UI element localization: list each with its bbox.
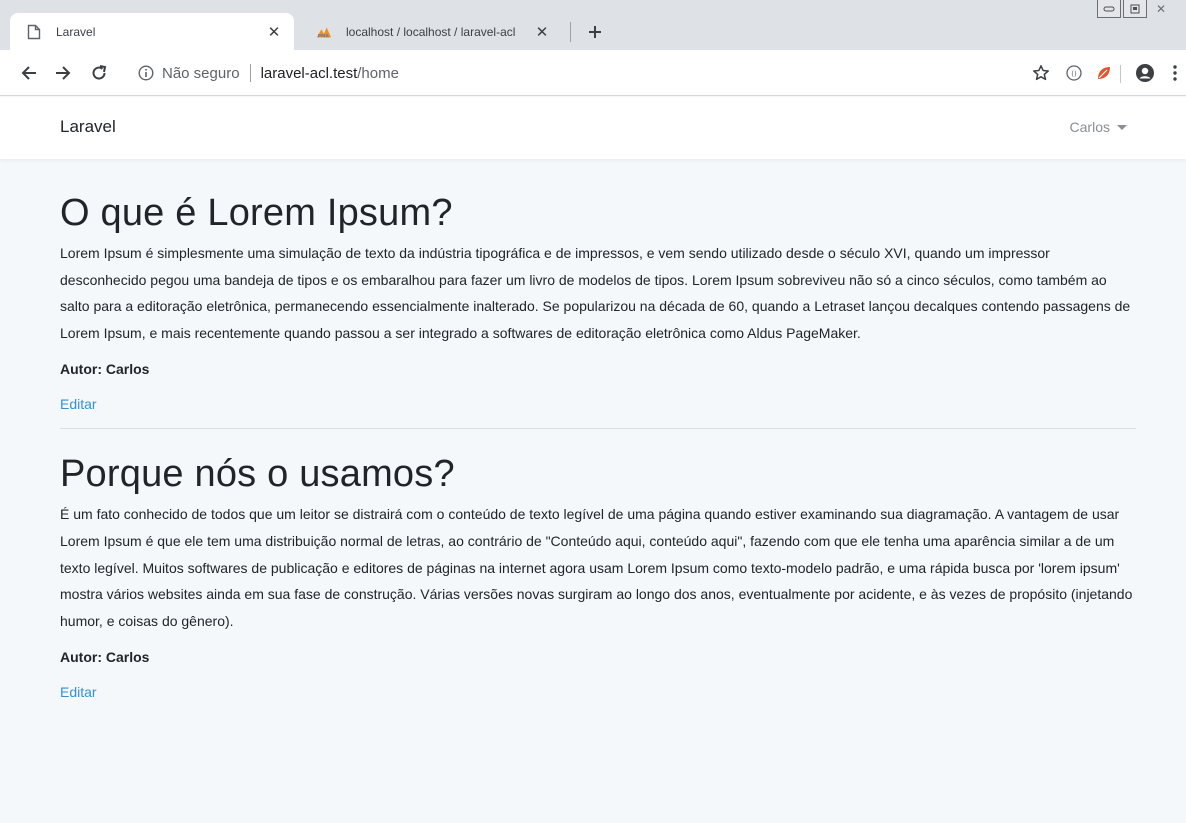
tab-phpmyadmin[interactable]: PMA localhost / localhost / laravel-acl … [300, 13, 562, 50]
close-icon[interactable]: ✕ [264, 22, 284, 42]
posts-container: O que é Lorem Ipsum? Lorem Ipsum é simpl… [60, 188, 1136, 702]
caret-down-icon [1117, 124, 1127, 130]
user-name: Carlos [1069, 119, 1110, 135]
bookmark-star-button[interactable] [1030, 62, 1052, 84]
extension-icon: () [1066, 65, 1082, 81]
edit-link[interactable]: Editar [60, 394, 97, 414]
page-icon [26, 24, 42, 40]
plus-icon [589, 26, 601, 38]
star-icon [1033, 65, 1049, 81]
maximize-button[interactable] [1123, 0, 1147, 18]
address-divider [249, 64, 251, 82]
arrow-left-icon [21, 66, 36, 80]
brand-link[interactable]: Laravel [60, 117, 116, 137]
window-close-icon: ✕ [1155, 2, 1167, 16]
svg-text:PMA: PMA [318, 33, 330, 39]
profile-button[interactable] [1134, 62, 1156, 84]
reload-button[interactable] [88, 62, 110, 84]
post-author: Autor: Carlos [60, 649, 150, 666]
browser-tabstrip: Laravel ✕ PMA localhost / localhost / la… [0, 0, 1186, 50]
menu-button[interactable] [1164, 62, 1186, 84]
tab-laravel[interactable]: Laravel ✕ [10, 13, 294, 50]
url-path[interactable]: /home [357, 65, 399, 82]
toolbar-separator [1120, 65, 1121, 83]
close-icon[interactable]: ✕ [532, 22, 552, 42]
svg-text:(): () [1071, 70, 1077, 78]
browser-toolbar: Não seguro laravel-acl.test/home () [0, 50, 1186, 96]
post-body: Lorem Ipsum é simplesmente uma simulação… [60, 245, 1131, 341]
forward-button[interactable] [52, 62, 74, 84]
app-navbar: Laravel Carlos [0, 97, 1186, 159]
more-vert-icon [1173, 65, 1177, 81]
new-tab-button[interactable] [583, 20, 607, 44]
extension-button[interactable] [1093, 62, 1115, 84]
security-label[interactable]: Não seguro [162, 65, 240, 82]
arrow-right-icon [56, 66, 71, 80]
tab-separator [570, 22, 571, 42]
post-body: É um fato conhecido de todos que um leit… [60, 506, 1133, 629]
back-button[interactable] [18, 62, 40, 84]
url-host[interactable]: laravel-acl.test [261, 65, 358, 82]
edit-link[interactable]: Editar [60, 682, 97, 702]
post: O que é Lorem Ipsum? Lorem Ipsum é simpl… [60, 188, 1136, 430]
tab-title: Laravel [56, 24, 96, 39]
phpmyadmin-icon: PMA [316, 24, 332, 40]
info-icon[interactable] [138, 65, 154, 81]
post-title: Porque nós o usamos? [60, 453, 455, 496]
minimize-icon [1103, 6, 1115, 11]
tab-title: localhost / localhost / laravel-acl [346, 24, 516, 39]
window-close-button[interactable]: ✕ [1149, 0, 1173, 18]
extension-button[interactable]: () [1063, 62, 1085, 84]
address-bar[interactable]: Não seguro laravel-acl.test/home [130, 57, 1030, 89]
post: Porque nós o usamos? É um fato conhecido… [60, 449, 1136, 702]
leaf-icon [1098, 67, 1110, 79]
window-controls: ✕ [1097, 0, 1186, 20]
post-divider [60, 428, 1136, 430]
post-author: Autor: Carlos [60, 361, 150, 378]
reload-icon [92, 65, 107, 80]
maximize-icon [1130, 4, 1140, 13]
post-title: O que é Lorem Ipsum? [60, 192, 453, 234]
account-icon [1136, 64, 1154, 82]
user-dropdown[interactable]: Carlos [1070, 119, 1127, 135]
minimize-button[interactable] [1097, 0, 1121, 18]
